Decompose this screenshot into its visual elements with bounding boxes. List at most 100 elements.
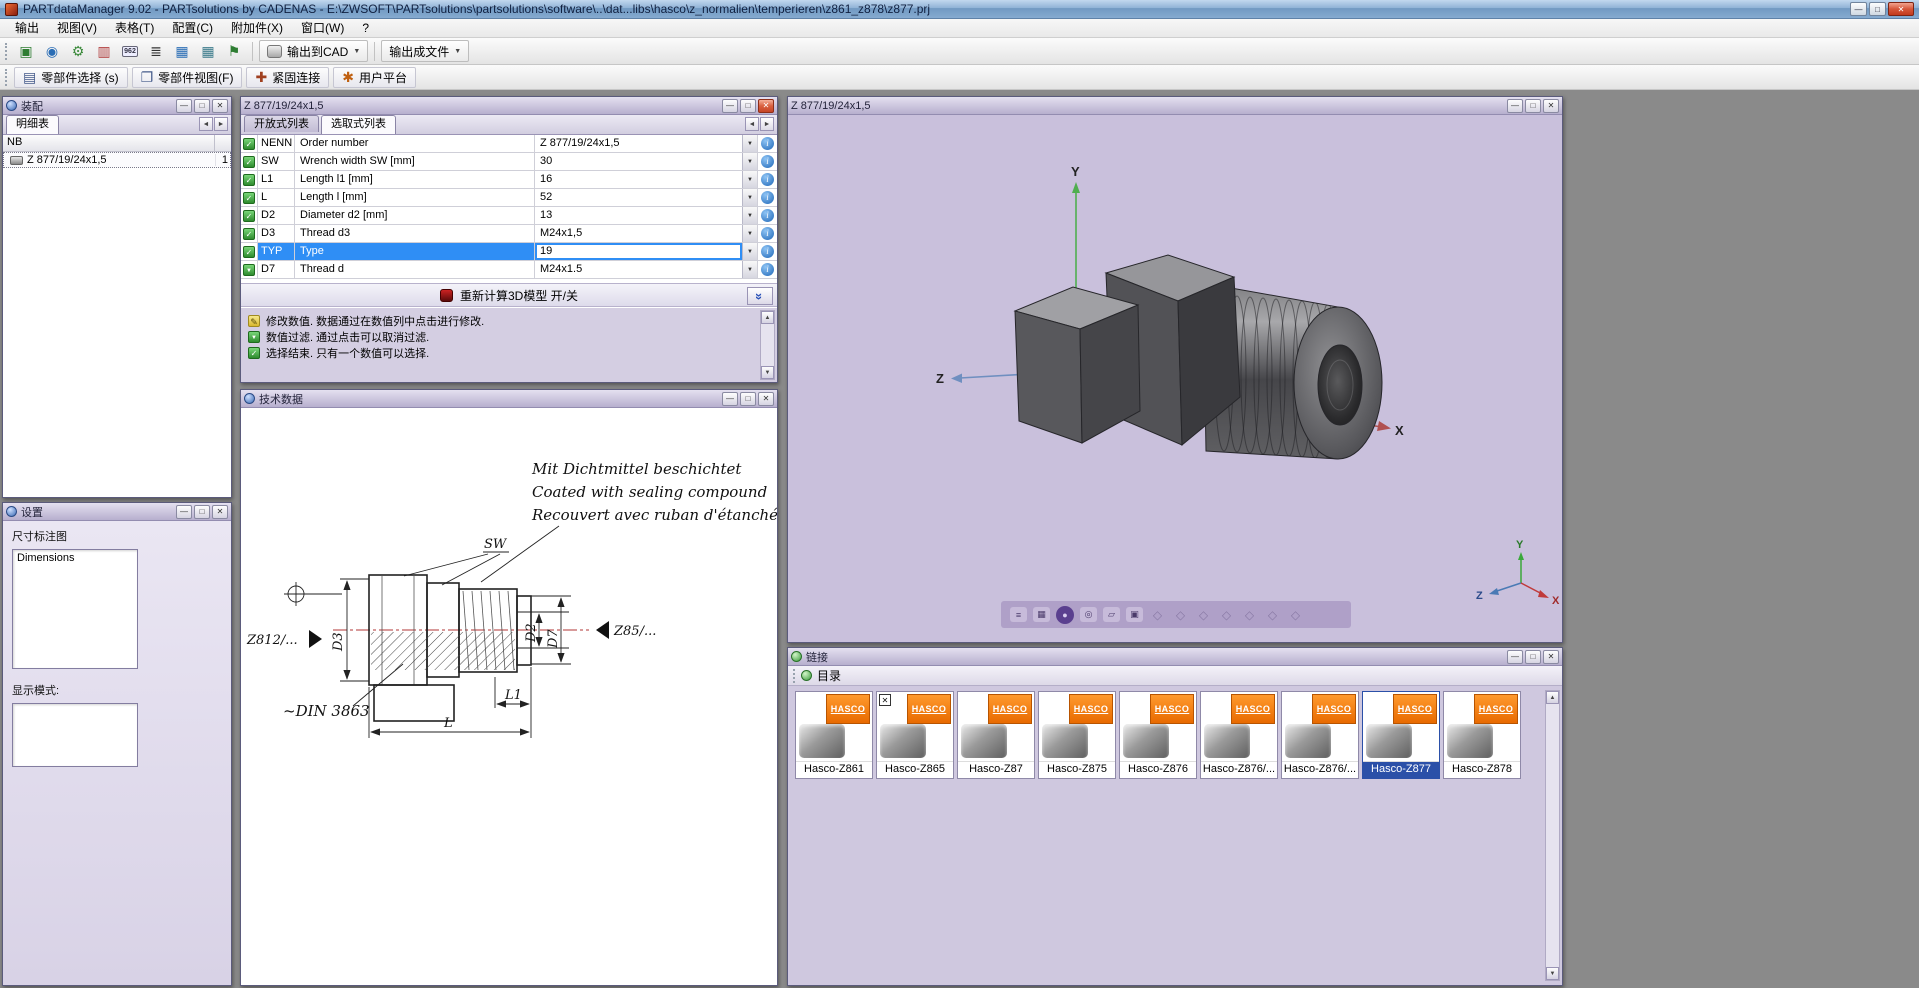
parameter-row-sw[interactable]: ✓SWWrench width SW [mm]30▼i — [241, 153, 777, 171]
info-icon[interactable]: i — [761, 263, 774, 276]
toolbar2-grip[interactable] — [5, 69, 9, 86]
measure-icon[interactable]: ▱ — [1103, 607, 1120, 622]
link-item-hasco-z876-[interactable]: HASCOHasco-Z876/... — [1281, 691, 1359, 779]
parameter-value[interactable]: Z 877/19/24x1,5 — [535, 135, 742, 152]
link-item-hasco-z878[interactable]: HASCOHasco-Z878 — [1443, 691, 1521, 779]
parameter-value[interactable]: 13 — [535, 207, 742, 224]
value-dropdown-icon[interactable]: ▼ — [742, 261, 757, 278]
info-icon[interactable]: i — [761, 173, 774, 186]
table-962-button[interactable]: 962 — [118, 40, 142, 62]
links-scroll-up-icon[interactable]: ▲ — [1546, 691, 1559, 704]
scroll-up-icon[interactable]: ▲ — [761, 311, 774, 324]
extra-tool-5-icon[interactable]: ◇ — [1241, 607, 1258, 622]
value-dropdown-icon[interactable]: ▼ — [742, 153, 757, 170]
parameter-row-d7[interactable]: ▼D7Thread dM24x1.5▼i — [241, 261, 777, 279]
links-scrollbar[interactable]: ▲ ▼ — [1545, 690, 1560, 981]
export-cad-caret-icon[interactable]: ▼ — [353, 48, 360, 55]
parameter-value[interactable]: 30 — [535, 153, 742, 170]
catalog-button[interactable]: 目录 — [817, 667, 841, 684]
parameter-value[interactable]: M24x1.5 — [535, 261, 742, 278]
table-tab--[interactable]: 开放式列表 — [244, 115, 319, 132]
menu-item-4[interactable]: 配置(C) — [163, 20, 222, 37]
orbit-icon[interactable]: ● — [1056, 606, 1074, 624]
info-icon[interactable]: i — [761, 155, 774, 168]
report-button[interactable]: ▥ — [92, 40, 116, 62]
links-panel-header[interactable]: 链接 —□✕ — [788, 648, 1562, 666]
tech-panel-minimize-button[interactable]: — — [722, 392, 738, 406]
link-item-hasco-z876-[interactable]: HASCOHasco-Z876/... — [1200, 691, 1278, 779]
parameter-row-l1[interactable]: ✓L1Length l1 [mm]16▼i — [241, 171, 777, 189]
window-close-button[interactable]: ✕ — [1888, 2, 1914, 16]
assembly-panel-close-button[interactable]: ✕ — [212, 99, 228, 113]
title-bar[interactable]: PARTdataManager 9.02 - PARTsolutions by … — [0, 0, 1919, 19]
assembly-panel-maximize-button[interactable]: □ — [194, 99, 210, 113]
settings-panel-maximize-button[interactable]: □ — [194, 505, 210, 519]
settings-panel-minimize-button[interactable]: — — [176, 505, 192, 519]
export-file-caret-icon[interactable]: ▼ — [454, 48, 461, 55]
3d-viewport[interactable]: Y Z X — [788, 115, 1562, 642]
parameter-panel-header[interactable]: Z 877/19/24x1,5 —□✕ — [241, 97, 777, 115]
parameter-value[interactable]: M24x1,5 — [535, 225, 742, 242]
assembly-panel-minimize-button[interactable]: — — [176, 99, 192, 113]
links-panel-maximize-button[interactable]: □ — [1525, 650, 1541, 664]
parameter-row-d3[interactable]: ✓D3Thread d3M24x1,5▼i — [241, 225, 777, 243]
tech-panel-maximize-button[interactable]: □ — [740, 392, 756, 406]
list-circle-button[interactable]: ≣ — [144, 40, 168, 62]
user-platform-button[interactable]: ✱用户平台 — [333, 67, 416, 88]
flag-button[interactable]: ⚑ — [222, 40, 246, 62]
parameter-row-nenn[interactable]: ✓NENNOrder numberZ 877/19/24x1,5▼i — [241, 135, 777, 153]
value-dropdown-icon[interactable]: ▼ — [742, 207, 757, 224]
info-icon[interactable]: i — [761, 209, 774, 222]
legend-scrollbar[interactable]: ▲ ▼ — [760, 310, 775, 380]
value-dropdown-icon[interactable]: ▼ — [742, 225, 757, 242]
link-item-hasco-z876[interactable]: HASCOHasco-Z876 — [1119, 691, 1197, 779]
export-to-cad-button[interactable]: 输出到CAD ▼ — [259, 40, 368, 62]
info-icon[interactable]: i — [761, 191, 774, 204]
viewer-panel-header[interactable]: Z 877/19/24x1,5 —□✕ — [788, 97, 1562, 115]
parameter-value[interactable]: 19 — [535, 243, 742, 260]
links-panel-minimize-button[interactable]: — — [1507, 650, 1523, 664]
menu-item-3[interactable]: 表格(T) — [106, 20, 163, 37]
extra-tool-3-icon[interactable]: ◇ — [1195, 607, 1212, 622]
recalc-3d-button[interactable]: 重新计算3D模型 开/关 — [460, 287, 578, 304]
new-part-button[interactable]: ▣ — [14, 40, 38, 62]
extra-tool-1-icon[interactable]: ◇ — [1149, 607, 1166, 622]
menu-item-7[interactable]: ? — [353, 20, 378, 37]
viewer-panel-close-button[interactable]: ✕ — [1543, 99, 1559, 113]
value-dropdown-icon[interactable]: ▼ — [742, 243, 757, 260]
link-item-hasco-z87[interactable]: HASCOHasco-Z87 — [957, 691, 1035, 779]
extra-tool-6-icon[interactable]: ◇ — [1264, 607, 1281, 622]
link-item-hasco-z861[interactable]: HASCOHasco-Z861 — [795, 691, 873, 779]
table-tab-scroll-right-button[interactable]: ► — [760, 117, 774, 131]
menu-item-1[interactable]: 输出 — [6, 20, 48, 37]
viewer-panel-minimize-button[interactable]: — — [1507, 99, 1523, 113]
parameter-value[interactable]: 52 — [535, 189, 742, 206]
link-item-hasco-z865[interactable]: HASCO✕Hasco-Z865 — [876, 691, 954, 779]
scroll-down-icon[interactable]: ▼ — [761, 366, 774, 379]
info-icon[interactable]: i — [761, 137, 774, 150]
export-to-file-button[interactable]: 输出成文件 ▼ — [381, 40, 469, 62]
part-selection-button[interactable]: ▤零部件选择 (s) — [14, 67, 128, 88]
menu-item-6[interactable]: 窗口(W) — [292, 20, 353, 37]
info-icon[interactable]: i — [761, 245, 774, 258]
settings-panel-close-button[interactable]: ✕ — [212, 505, 228, 519]
assembly-tree-item[interactable]: Z 877/19/24x1,5 1 — [3, 152, 231, 168]
parameter-row-d2[interactable]: ✓D2Diameter d2 [mm]13▼i — [241, 207, 777, 225]
assembly-tab-scroll-left-button[interactable]: ◄ — [199, 117, 213, 131]
parameter-panel-close-button[interactable]: ✕ — [758, 99, 774, 113]
zoom-icon[interactable]: ◎ — [1080, 607, 1097, 622]
assembly-tab-scroll-right-button[interactable]: ► — [214, 117, 228, 131]
tech-panel-close-button[interactable]: ✕ — [758, 392, 774, 406]
exp-collapse-button[interactable]: » — [747, 287, 773, 305]
view-grid-icon[interactable]: ▦ — [1033, 607, 1050, 622]
viewer-panel-maximize-button[interactable]: □ — [1525, 99, 1541, 113]
parameter-panel-minimize-button[interactable]: — — [722, 99, 738, 113]
window-minimize-button[interactable]: — — [1850, 2, 1867, 16]
part-view-button[interactable]: ❐零部件视图(F) — [132, 67, 243, 88]
calc-table-button[interactable]: ▦ — [196, 40, 220, 62]
dimension-list-item[interactable]: Dimensions — [17, 552, 133, 564]
value-dropdown-icon[interactable]: ▼ — [742, 171, 757, 188]
web-catalog-button[interactable]: ◉ — [40, 40, 64, 62]
menu-item-5[interactable]: 附加件(X) — [222, 20, 292, 37]
links-scroll-down-icon[interactable]: ▼ — [1546, 967, 1559, 980]
